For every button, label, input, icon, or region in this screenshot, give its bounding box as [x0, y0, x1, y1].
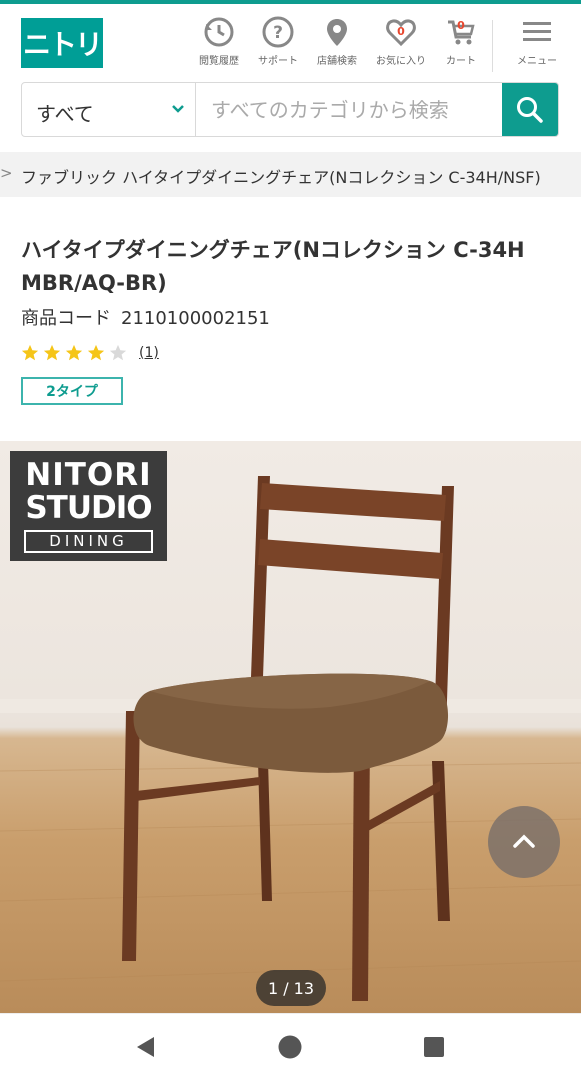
menu-button[interactable]: メニュー — [506, 16, 568, 76]
cart-label: カート — [446, 56, 476, 67]
product-image[interactable]: NITORI STUDIO DINING — [0, 441, 581, 1013]
product-code-label: 商品コード — [21, 308, 111, 329]
back-icon[interactable] — [133, 1034, 159, 1060]
history-button[interactable]: 閲覧履歴 — [188, 16, 250, 76]
favorite-label: お気に入り — [376, 56, 426, 67]
category-select[interactable]: すべて — [22, 83, 196, 136]
breadcrumb-link[interactable]: ファブリック ハイタイプダイニングチェア(Nコレクション C-34H/NSF) — [21, 164, 541, 188]
support-button[interactable]: ? サポート — [247, 16, 309, 76]
header-divider — [492, 20, 493, 72]
support-icon: ? — [262, 16, 294, 48]
home-icon[interactable] — [277, 1034, 303, 1060]
store-search-icon — [327, 19, 347, 46]
search-bar: すべて — [21, 82, 559, 137]
star-filled-icon — [65, 344, 83, 361]
menu-label: メニュー — [517, 56, 557, 67]
image-counter: 1 / 13 — [256, 970, 326, 1006]
svg-text:?: ? — [273, 23, 283, 43]
brand-line-2: STUDIO — [25, 490, 152, 526]
product-title: ハイタイプダイニングチェア(Nコレクション C-34H MBR/AQ-BR) — [21, 238, 525, 295]
brand-line-1: NITORI — [25, 457, 152, 493]
recents-icon[interactable] — [421, 1034, 447, 1060]
nitori-studio-dining-logo: NITORI STUDIO DINING — [10, 451, 167, 561]
search-icon — [517, 96, 543, 123]
search-input[interactable] — [197, 83, 503, 136]
menu-icon — [523, 22, 551, 41]
history-label: 閲覧履歴 — [199, 56, 239, 67]
star-filled-icon — [21, 344, 39, 361]
rating: (1) — [21, 342, 159, 364]
favorite-button[interactable]: 0 お気に入り — [370, 16, 432, 76]
star-filled-icon — [87, 344, 105, 361]
brand-line-3: DINING — [24, 530, 153, 553]
search-button[interactable] — [502, 83, 558, 136]
star-filled-icon — [43, 344, 61, 361]
nitori-logo[interactable]: ニトリ — [21, 18, 103, 68]
android-nav-bar — [0, 1013, 581, 1080]
category-select-value: すべて — [36, 102, 94, 126]
breadcrumb-separator: > — [0, 164, 13, 182]
product-code-value: 2110100002151 — [121, 308, 270, 329]
store-search-label: 店舗検索 — [317, 56, 357, 67]
breadcrumb: > ファブリック ハイタイプダイニングチェア(Nコレクション C-34H/NSF… — [0, 152, 581, 197]
support-label: サポート — [258, 56, 298, 67]
scroll-to-top-button[interactable] — [488, 806, 560, 878]
review-count-link[interactable]: (1) — [139, 345, 159, 361]
cart-count-badge: 0 — [457, 19, 465, 32]
cart-button[interactable]: 0 カート — [430, 16, 492, 76]
star-empty-icon — [109, 344, 127, 361]
favorite-count-badge: 0 — [397, 25, 405, 38]
site-header: ニトリ 閲覧履歴 ? サポート 店舗検索 0 お気に入り 0 カート メニュー — [0, 4, 581, 78]
chevron-down-icon — [172, 105, 184, 113]
store-search-button[interactable]: 店舗検索 — [306, 16, 368, 76]
chevron-up-icon — [513, 834, 535, 848]
types-badge[interactable]: 2タイプ — [21, 377, 123, 405]
history-icon — [204, 17, 234, 47]
product-code: 商品コード 2110100002151 — [21, 304, 270, 330]
